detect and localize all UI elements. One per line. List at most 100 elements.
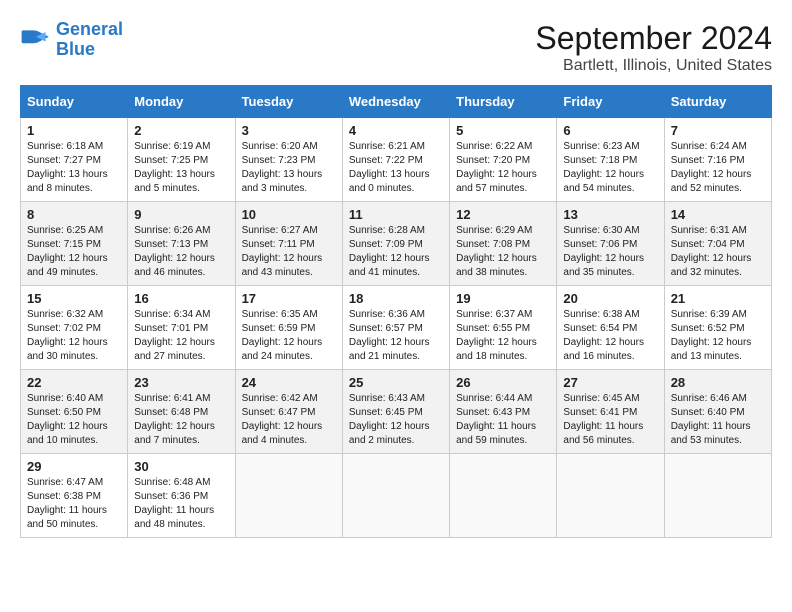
day-cell: 26 Sunrise: 6:44 AM Sunset: 6:43 PM Dayli…: [450, 370, 557, 454]
header-cell-tuesday: Tuesday: [235, 86, 342, 118]
day-number: 20: [563, 291, 657, 306]
day-number: 17: [242, 291, 336, 306]
day-number: 4: [349, 123, 443, 138]
day-cell: 13Sunrise: 6:30 AM Sunset: 7:06 PM Dayli…: [557, 202, 664, 286]
day-info: Sunrise: 6:23 AM Sunset: 7:18 PM Dayligh…: [563, 140, 657, 196]
day-info: Sunrise: 6:34 AM Sunset: 7:01 PM Dayligh…: [134, 308, 228, 364]
title-block: September 2024 Bartlett, Illinois, Unite…: [535, 20, 772, 75]
header-cell-sunday: Sunday: [21, 86, 128, 118]
day-cell: 19 Sunrise: 6:37 AM Sunset: 6:55 PM Dayli…: [450, 286, 557, 370]
day-info: Sunrise: 6:38 AM Sunset: 6:54 PM Dayligh…: [563, 308, 657, 364]
day-number: 15: [27, 291, 121, 306]
day-cell: 24Sunrise: 6:42 AM Sunset: 6:47 PM Dayli…: [235, 370, 342, 454]
day-cell: 17 Sunrise: 6:35 AM Sunset: 6:59 PM Dayli…: [235, 286, 342, 370]
day-number: 12: [456, 207, 550, 222]
day-info: Sunrise: 6:26 AM Sunset: 7:13 PM Dayligh…: [134, 224, 228, 280]
day-cell: 16 Sunrise: 6:34 AM Sunset: 7:01 PM Dayli…: [128, 286, 235, 370]
day-number: 7: [671, 123, 765, 138]
day-number: 26: [456, 375, 550, 390]
day-cell: 18 Sunrise: 6:36 AM Sunset: 6:57 PM Dayli…: [342, 286, 449, 370]
header-cell-saturday: Saturday: [664, 86, 771, 118]
day-info: Sunrise: 6:31 AM Sunset: 7:04 PM Dayligh…: [671, 224, 765, 280]
day-cell: [342, 454, 449, 538]
day-info: Sunrise: 6:48 AM Sunset: 6:36 PM Dayligh…: [134, 476, 228, 532]
day-cell: 4 Sunrise: 6:21 AM Sunset: 7:22 PM Daylig…: [342, 118, 449, 202]
day-number: 18: [349, 291, 443, 306]
day-cell: 25 Sunrise: 6:43 AM Sunset: 6:45 PM Dayli…: [342, 370, 449, 454]
day-number: 10: [242, 207, 336, 222]
day-number: 9: [134, 207, 228, 222]
calendar-subtitle: Bartlett, Illinois, United States: [535, 57, 772, 75]
day-number: 19: [456, 291, 550, 306]
day-info: Sunrise: 6:25 AM Sunset: 7:15 PM Dayligh…: [27, 224, 121, 280]
day-info: Sunrise: 6:20 AM Sunset: 7:23 PM Dayligh…: [242, 140, 336, 196]
day-info: Sunrise: 6:27 AM Sunset: 7:11 PM Dayligh…: [242, 224, 336, 280]
day-number: 14: [671, 207, 765, 222]
day-info: Sunrise: 6:18 AM Sunset: 7:27 PM Dayligh…: [27, 140, 121, 196]
day-cell: 10 Sunrise: 6:27 AM Sunset: 7:11 PM Dayli…: [235, 202, 342, 286]
day-number: 5: [456, 123, 550, 138]
day-number: 21: [671, 291, 765, 306]
day-number: 2: [134, 123, 228, 138]
calendar-title: September 2024: [535, 20, 772, 57]
day-cell: 7 Sunrise: 6:24 AM Sunset: 7:16 PM Daylig…: [664, 118, 771, 202]
day-cell: [557, 454, 664, 538]
day-info: Sunrise: 6:21 AM Sunset: 7:22 PM Dayligh…: [349, 140, 443, 196]
day-number: 11: [349, 207, 443, 222]
day-info: Sunrise: 6:19 AM Sunset: 7:25 PM Dayligh…: [134, 140, 228, 196]
day-cell: 3 Sunrise: 6:20 AM Sunset: 7:23 PM Daylig…: [235, 118, 342, 202]
day-cell: 1 Sunrise: 6:18 AM Sunset: 7:27 PM Daylig…: [21, 118, 128, 202]
day-number: 30: [134, 459, 228, 474]
day-cell: 21 Sunrise: 6:39 AM Sunset: 6:52 PM Dayli…: [664, 286, 771, 370]
day-info: Sunrise: 6:37 AM Sunset: 6:55 PM Dayligh…: [456, 308, 550, 364]
day-number: 6: [563, 123, 657, 138]
day-number: 24: [242, 375, 336, 390]
day-info: Sunrise: 6:30 AM Sunset: 7:06 PM Dayligh…: [563, 224, 657, 280]
header-row: SundayMondayTuesdayWednesdayThursdayFrid…: [21, 86, 772, 118]
week-row-1: 1 Sunrise: 6:18 AM Sunset: 7:27 PM Daylig…: [21, 118, 772, 202]
day-info: Sunrise: 6:45 AM Sunset: 6:41 PM Dayligh…: [563, 392, 657, 448]
logo: General Blue: [20, 20, 123, 60]
day-cell: 27 Sunrise: 6:45 AM Sunset: 6:41 PM Dayli…: [557, 370, 664, 454]
day-info: Sunrise: 6:24 AM Sunset: 7:16 PM Dayligh…: [671, 140, 765, 196]
day-number: 28: [671, 375, 765, 390]
day-number: 29: [27, 459, 121, 474]
day-number: 3: [242, 123, 336, 138]
logo-icon: [20, 24, 52, 56]
day-number: 8: [27, 207, 121, 222]
day-number: 27: [563, 375, 657, 390]
week-row-5: 29 Sunrise: 6:47 AM Sunset: 6:38 PM Dayli…: [21, 454, 772, 538]
day-info: Sunrise: 6:46 AM Sunset: 6:40 PM Dayligh…: [671, 392, 765, 448]
day-cell: 11 Sunrise: 6:28 AM Sunset: 7:09 PM Dayli…: [342, 202, 449, 286]
day-cell: 20 Sunrise: 6:38 AM Sunset: 6:54 PM Dayli…: [557, 286, 664, 370]
day-cell: 22 Sunrise: 6:40 AM Sunset: 6:50 PM Dayli…: [21, 370, 128, 454]
day-cell: 14 Sunrise: 6:31 AM Sunset: 7:04 PM Dayli…: [664, 202, 771, 286]
day-cell: 23Sunrise: 6:41 AM Sunset: 6:48 PM Dayli…: [128, 370, 235, 454]
day-info: Sunrise: 6:40 AM Sunset: 6:50 PM Dayligh…: [27, 392, 121, 448]
day-cell: 2 Sunrise: 6:19 AM Sunset: 7:25 PM Daylig…: [128, 118, 235, 202]
header-cell-wednesday: Wednesday: [342, 86, 449, 118]
week-row-4: 22 Sunrise: 6:40 AM Sunset: 6:50 PM Dayli…: [21, 370, 772, 454]
week-row-2: 8 Sunrise: 6:25 AM Sunset: 7:15 PM Daylig…: [21, 202, 772, 286]
day-info: Sunrise: 6:29 AM Sunset: 7:08 PM Dayligh…: [456, 224, 550, 280]
day-cell: 8 Sunrise: 6:25 AM Sunset: 7:15 PM Daylig…: [21, 202, 128, 286]
day-cell: 28 Sunrise: 6:46 AM Sunset: 6:40 PM Dayli…: [664, 370, 771, 454]
day-number: 1: [27, 123, 121, 138]
day-info: Sunrise: 6:32 AM Sunset: 7:02 PM Dayligh…: [27, 308, 121, 364]
day-number: 25: [349, 375, 443, 390]
day-info: Sunrise: 6:35 AM Sunset: 6:59 PM Dayligh…: [242, 308, 336, 364]
day-info: Sunrise: 6:28 AM Sunset: 7:09 PM Dayligh…: [349, 224, 443, 280]
day-cell: 12 Sunrise: 6:29 AM Sunset: 7:08 PM Dayli…: [450, 202, 557, 286]
day-info: Sunrise: 6:39 AM Sunset: 6:52 PM Dayligh…: [671, 308, 765, 364]
header-cell-monday: Monday: [128, 86, 235, 118]
day-number: 22: [27, 375, 121, 390]
day-info: Sunrise: 6:44 AM Sunset: 6:43 PM Dayligh…: [456, 392, 550, 448]
day-number: 23: [134, 375, 228, 390]
day-info: Sunrise: 6:47 AM Sunset: 6:38 PM Dayligh…: [27, 476, 121, 532]
day-info: Sunrise: 6:22 AM Sunset: 7:20 PM Dayligh…: [456, 140, 550, 196]
day-cell: [664, 454, 771, 538]
day-info: Sunrise: 6:36 AM Sunset: 6:57 PM Dayligh…: [349, 308, 443, 364]
day-cell: 30 Sunrise: 6:48 AM Sunset: 6:36 PM Dayli…: [128, 454, 235, 538]
day-number: 16: [134, 291, 228, 306]
day-info: Sunrise: 6:43 AM Sunset: 6:45 PM Dayligh…: [349, 392, 443, 448]
